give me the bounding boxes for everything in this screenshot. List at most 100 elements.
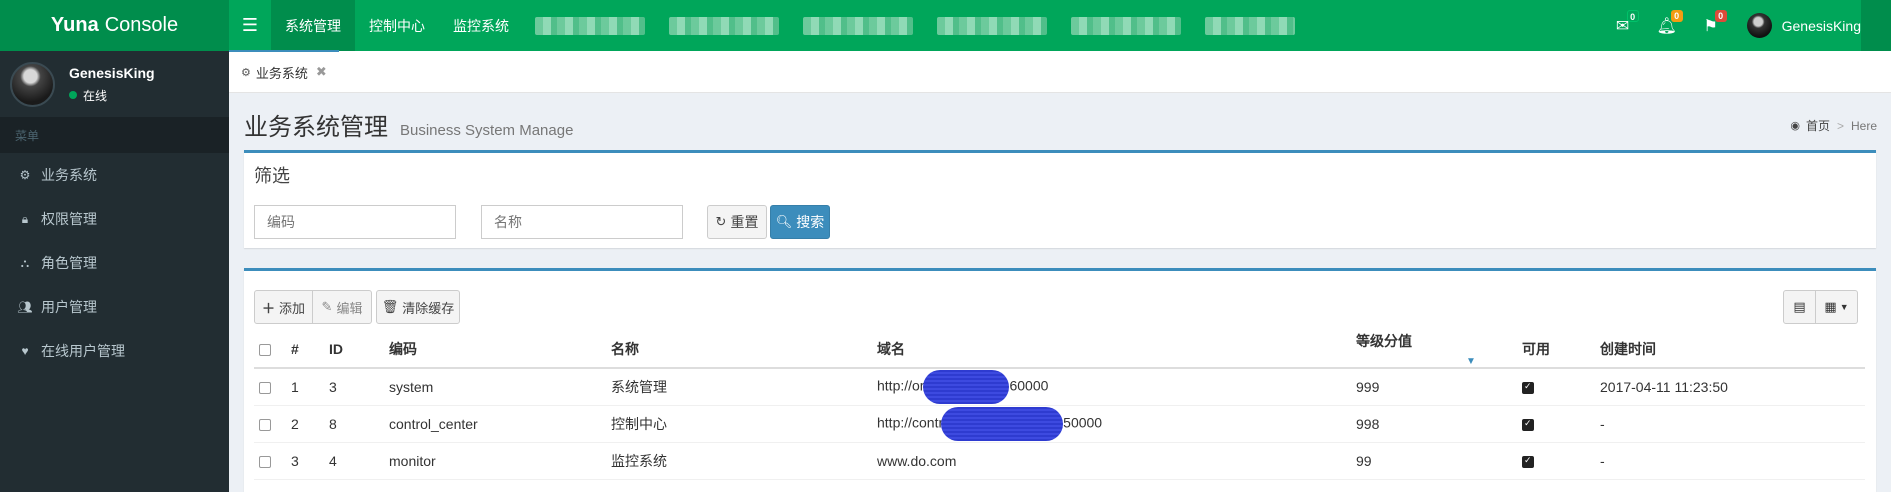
edit-button[interactable]: ✎ 编辑: [312, 290, 372, 324]
caret-down-icon: ▼: [1839, 302, 1849, 312]
notifications-menu[interactable]: 🔔︎ 0: [1645, 0, 1689, 51]
search-button[interactable]: 🔍︎ 搜索: [770, 205, 830, 239]
sidebar-toggle-icon[interactable]: ☰: [229, 0, 271, 51]
app-logo[interactable]: Yuna Console: [0, 0, 229, 51]
online-status: 在线: [69, 87, 155, 104]
sidebar-item-online-user[interactable]: ♥ 在线用户管理: [0, 329, 229, 373]
enabled-checkbox[interactable]: [1522, 455, 1534, 468]
columns-dropdown-button[interactable]: ▦ ▼: [1816, 290, 1858, 324]
row-checkbox[interactable]: [259, 418, 271, 431]
breadcrumb: ◉ 首页 > Here: [1790, 117, 1877, 134]
sidebar: GenesisKing 在线 菜单 ⚙ 业务系统 🔒︎ 权限管理 ⛬ 角色管理 …: [0, 51, 229, 492]
column-header[interactable]: 可用: [1517, 331, 1595, 369]
sidebar-item-business-system[interactable]: ⚙ 业务系统: [0, 153, 229, 197]
sidebar-item-label: 权限管理: [41, 211, 97, 227]
clear-cache-label: 清除缓存: [402, 300, 455, 316]
nav-redacted-1[interactable]: [535, 16, 645, 35]
page-subtitle: Business System Manage: [400, 122, 574, 139]
cell-id: 4: [324, 442, 384, 480]
tab-bar: ⚙ 业务系统 ✖: [229, 50, 1891, 93]
cell-domain: http://om 60000: [872, 368, 1351, 406]
reset-button[interactable]: ↻ 重置: [707, 205, 767, 239]
nav-redacted-4[interactable]: [937, 16, 1047, 35]
nav-monitoring[interactable]: 监控系统: [439, 0, 523, 51]
enabled-checkbox[interactable]: [1522, 418, 1534, 431]
cell-score: 998: [1351, 405, 1517, 443]
refresh-icon: ↻: [715, 214, 727, 229]
breadcrumb-home[interactable]: 首页: [1806, 117, 1830, 134]
cell-name: 系统管理: [606, 368, 872, 406]
column-header[interactable]: ID: [324, 331, 384, 369]
business-system-table: # ID 编码 名称 域名 等级分值 ▼ 可用 创建时间 1 3 system …: [254, 331, 1865, 480]
messages-menu[interactable]: ✉ 0: [1601, 0, 1645, 51]
tab-label: 业务系统: [255, 65, 308, 81]
column-header[interactable]: #: [286, 331, 324, 369]
column-header[interactable]: 名称: [606, 331, 872, 369]
cell-created: 2017-04-11 11:23:50: [1595, 368, 1865, 406]
redaction-scribble: [941, 406, 1064, 441]
users-icon: 👥︎: [17, 300, 33, 314]
online-dot-icon: [69, 91, 77, 99]
filter-box: 筛选 ↻ 重置 🔍︎ 搜索: [244, 150, 1876, 248]
column-header-score[interactable]: 等级分值 ▼: [1351, 331, 1517, 369]
plus-icon: ＋: [261, 300, 275, 316]
cell-id: 8: [324, 405, 384, 443]
content-header: 业务系统管理 Business System Manage ◉ 首页 > Her…: [229, 93, 1891, 145]
header-right: ✉ 0 🔔︎ 0 ⚑ 0 GenesisKing: [1601, 0, 1891, 51]
logo-rest: Console: [104, 14, 179, 36]
sidebar-item-permission[interactable]: 🔒︎ 权限管理: [0, 197, 229, 241]
column-header[interactable]: 编码: [384, 331, 606, 369]
avatar: [1746, 13, 1772, 38]
edit-label: 编辑: [336, 300, 363, 316]
cell-name: 监控系统: [606, 442, 872, 480]
nav-control-center[interactable]: 控制中心: [355, 0, 439, 51]
code-filter-input[interactable]: [254, 205, 456, 239]
column-header[interactable]: 域名: [872, 331, 1351, 369]
add-button[interactable]: ＋ 添加: [254, 290, 313, 324]
sidebar-item-role[interactable]: ⛬ 角色管理: [0, 241, 229, 285]
nav-redacted-5[interactable]: [1071, 16, 1181, 35]
nav-system-management[interactable]: 系统管理: [271, 0, 355, 51]
column-header-label: 等级分值: [1356, 333, 1412, 349]
tab-business-system[interactable]: ⚙ 业务系统 ✖: [229, 50, 339, 92]
add-label: 添加: [279, 300, 306, 316]
trash-icon: 🗑︎: [381, 299, 399, 314]
domain-prefix: http://contr: [877, 414, 944, 431]
name-filter-input[interactable]: [481, 205, 683, 239]
filter-title: 筛选: [254, 166, 290, 186]
heartbeat-icon: ♥: [21, 344, 29, 358]
tasks-menu[interactable]: ⚑ 0: [1689, 0, 1733, 51]
close-icon[interactable]: ✖: [316, 64, 327, 80]
top-nav: 系统管理 控制中心 监控系统: [271, 0, 1307, 51]
table-row[interactable]: 2 8 control_center 控制中心 http://contr 5000…: [254, 405, 1865, 443]
nav-redacted-6[interactable]: [1205, 16, 1295, 35]
enabled-checkbox[interactable]: [1522, 381, 1534, 395]
select-all-checkbox[interactable]: [259, 344, 271, 357]
sidebar-item-user[interactable]: 👥︎ 用户管理: [0, 285, 229, 329]
cell-created: -: [1595, 405, 1865, 443]
nav-redacted-2[interactable]: [669, 16, 779, 35]
menu-header: 菜单: [0, 117, 229, 153]
column-header[interactable]: 创建时间: [1595, 331, 1865, 369]
cell-code: control_center: [384, 405, 606, 443]
search-label: 搜索: [796, 214, 825, 230]
table-row[interactable]: 3 4 monitor 监控系统 www.do.com 99 -: [254, 442, 1865, 480]
reset-label: 重置: [730, 214, 759, 230]
nav-redacted-3[interactable]: [803, 16, 913, 35]
control-sidebar-toggle-icon[interactable]: [1861, 0, 1891, 51]
table-row[interactable]: 1 3 system 系统管理 http://om60000 999 2017-…: [254, 368, 1865, 406]
cell-code: monitor: [384, 442, 606, 480]
clear-cache-button[interactable]: 🗑︎ 清除缓存: [376, 290, 460, 324]
breadcrumb-separator: >: [1836, 118, 1844, 133]
cell-domain: www.do.com: [872, 442, 1351, 480]
domain-prefix: www.do.com: [877, 452, 957, 469]
list-icon: ▤: [1793, 299, 1806, 314]
row-checkbox[interactable]: [259, 382, 271, 395]
sidebar-item-label: 业务系统: [41, 167, 97, 183]
cell-index: 3: [286, 442, 324, 480]
messages-badge: 0: [1626, 10, 1639, 22]
row-checkbox[interactable]: [259, 455, 271, 468]
toggle-view-button[interactable]: ▤: [1783, 290, 1816, 324]
main-content: ⚙ 业务系统 ✖ 业务系统管理 Business System Manage ◉…: [229, 50, 1891, 492]
tasks-badge: 0: [1714, 10, 1727, 22]
